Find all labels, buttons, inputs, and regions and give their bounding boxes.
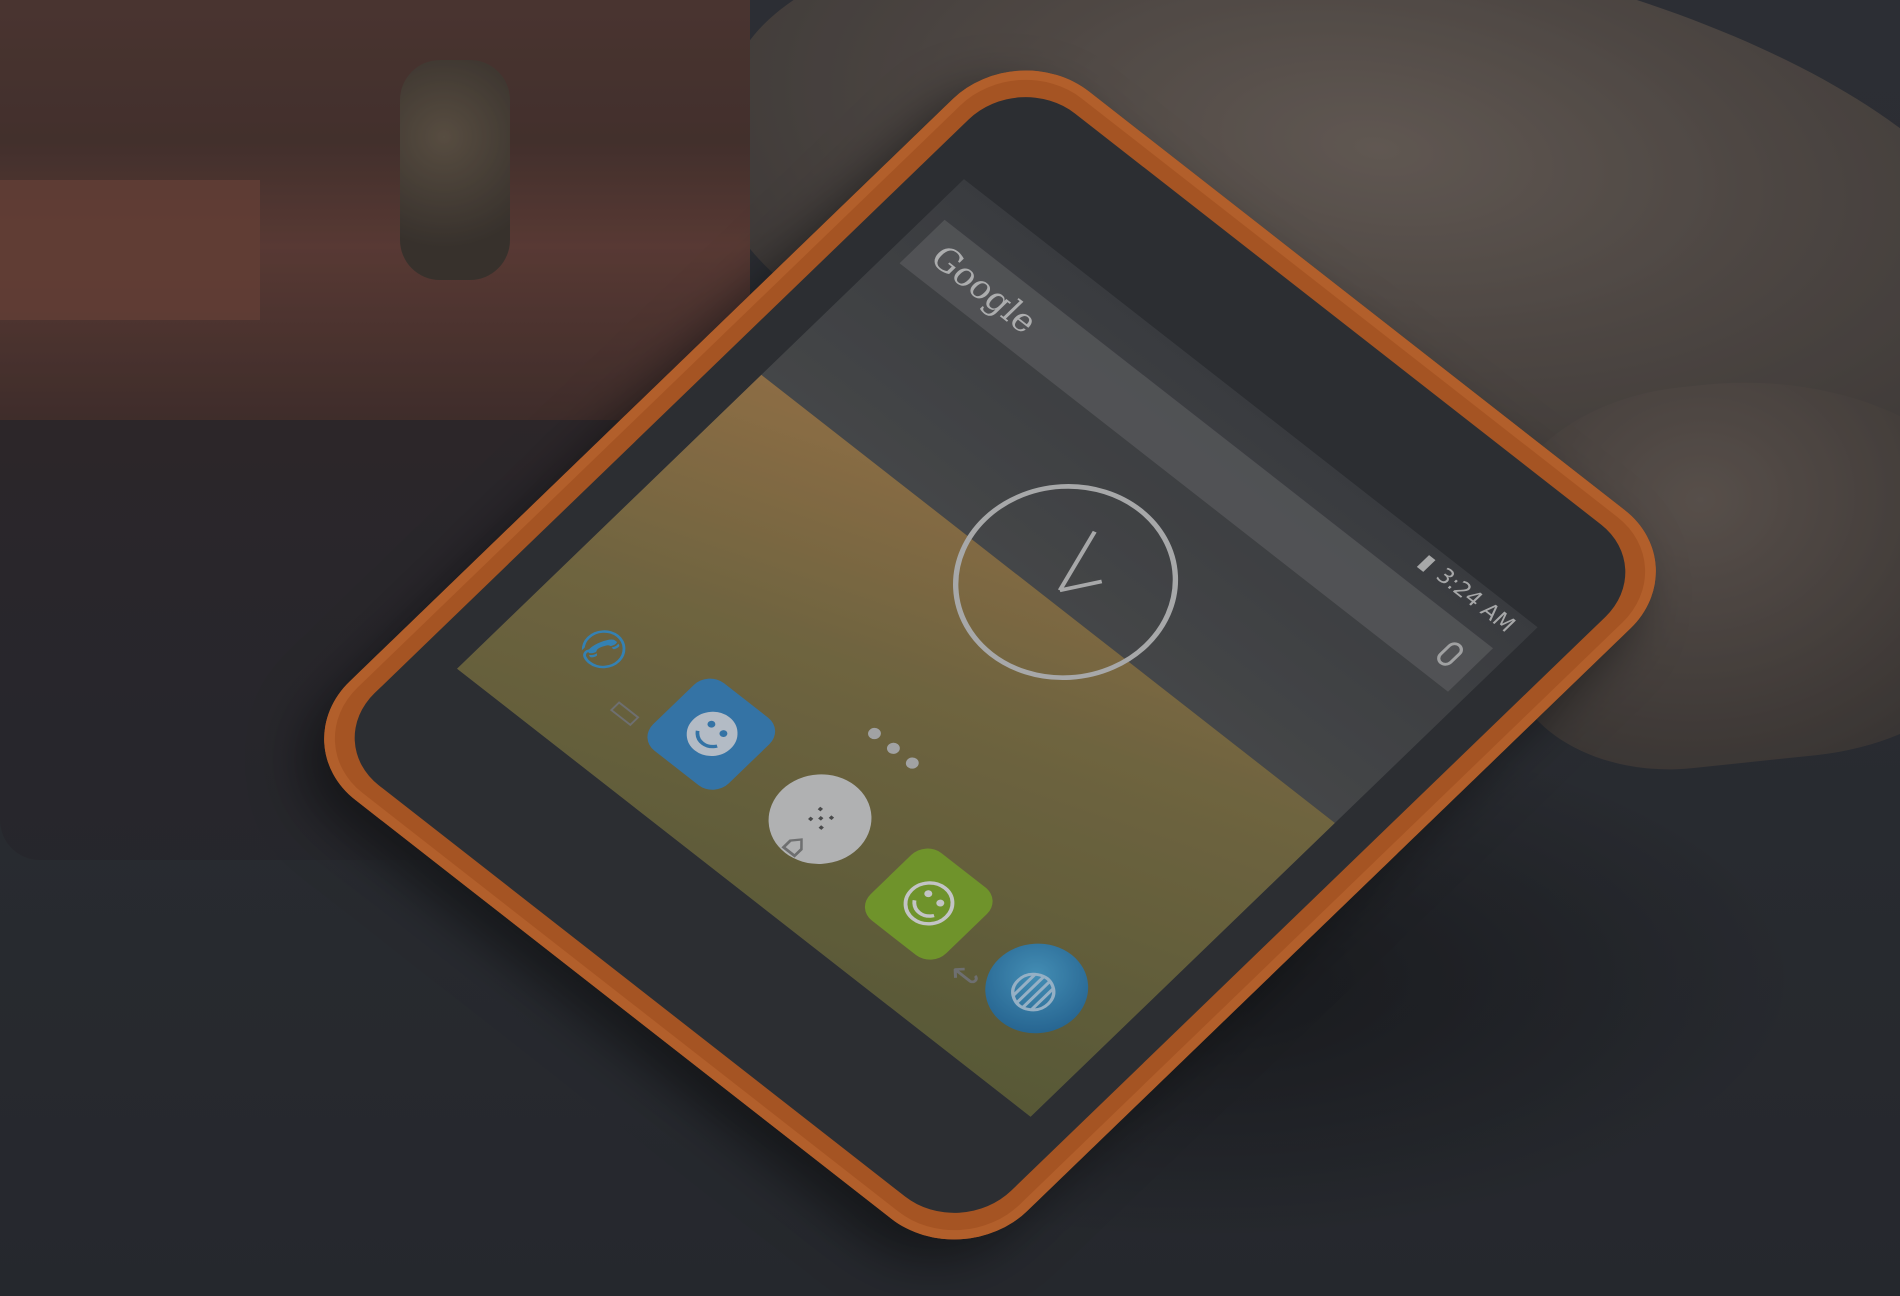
home-icon: ⌂	[772, 824, 820, 866]
chest-latch	[400, 60, 510, 280]
photo-scene: ▮ 3:24 AM Google ✆ ☻ ⁙ ☺ ◍ ▭ ⌂ ↩	[0, 0, 1900, 1296]
mic-icon	[1433, 639, 1467, 669]
back-icon: ↩	[938, 953, 991, 1000]
chest-band	[0, 180, 260, 320]
menu-icon: ▭	[599, 688, 654, 737]
battery-icon: ▮	[1413, 550, 1442, 576]
